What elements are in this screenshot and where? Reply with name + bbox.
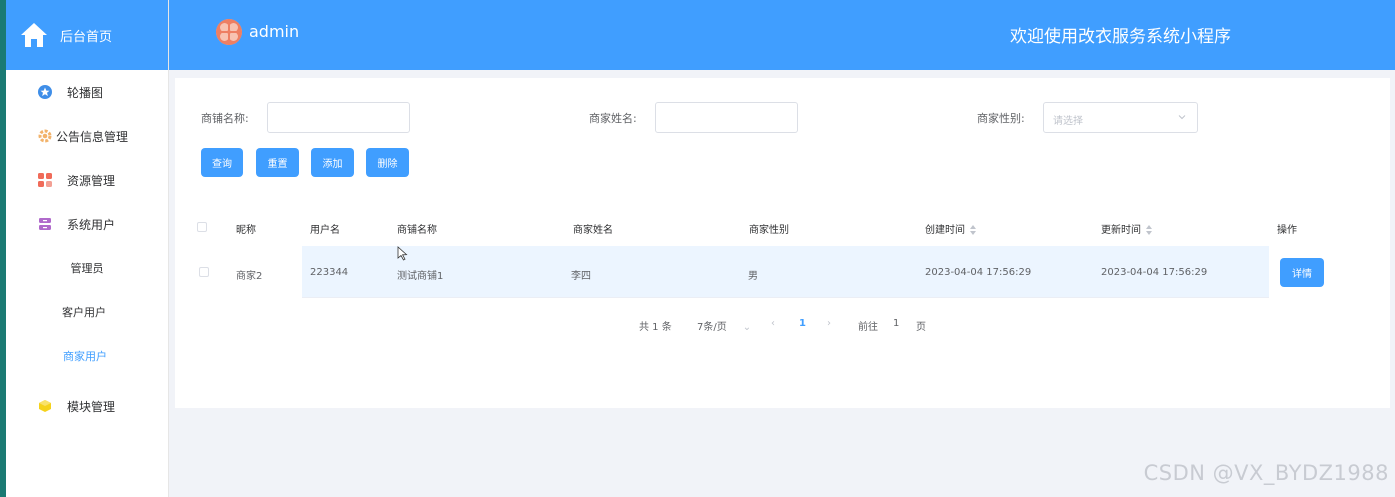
gender-select-placeholder: 请选择 (1053, 116, 1083, 127)
sidebar-item-label: 公告信息管理 (56, 129, 129, 144)
add-button[interactable]: 添加 (311, 148, 354, 177)
sidebar-item-admin[interactable]: 管理员 (6, 246, 168, 290)
sidebar: 后台首页 轮播图 公告信息管理 资源管理 系统用户 管理员 客户用户 商家用户 (6, 0, 169, 497)
shop-name-label: 商铺名称: (201, 112, 249, 125)
cell-gender: 男 (748, 271, 758, 282)
header-username: 用户名 (310, 225, 340, 236)
cell-created: 2023-04-04 17:56:29 (925, 267, 1032, 278)
sort-icon[interactable] (970, 225, 977, 235)
goto-label: 前往 (858, 322, 878, 333)
content-card: 商铺名称: 商家姓名: 商家性别: 请选择 查询 重置 添加 删除 昵称 用户名… (175, 78, 1390, 408)
mouse-cursor-icon (397, 246, 409, 262)
table-row[interactable]: 商家2 223344 测试商铺1 李四 男 2023-04-04 17:56:2… (187, 246, 1377, 298)
page-suffix: 页 (916, 322, 926, 333)
delete-button[interactable]: 删除 (366, 148, 409, 177)
goto-input[interactable]: 1 (893, 318, 899, 329)
cell-updated: 2023-04-04 17:56:29 (1101, 267, 1208, 278)
merchant-gender-label: 商家性别: (977, 112, 1025, 125)
sidebar-item-label: 资源管理 (67, 173, 116, 188)
header-nickname: 昵称 (236, 225, 256, 236)
grid-icon (38, 173, 52, 187)
detail-button[interactable]: 详情 (1280, 258, 1324, 287)
merchant-table: 昵称 用户名 商铺名称 商家姓名 商家性别 创建时间 更新时间 操作 商家2 2… (187, 208, 1377, 298)
reset-button[interactable]: 重置 (256, 148, 299, 177)
watermark: CSDN @VX_BYDZ1988 (1143, 461, 1389, 485)
sidebar-item-resources[interactable]: 资源管理 (6, 158, 168, 202)
server-icon (38, 217, 52, 231)
sidebar-item-merchant-users[interactable]: 商家用户 (6, 334, 168, 378)
shop-name-input[interactable] (267, 102, 410, 133)
header-merchant-name: 商家姓名 (573, 225, 613, 236)
top-header: admin 欢迎使用改衣服务系统小程序 (169, 0, 1395, 70)
cell-shop-name: 测试商铺1 (397, 271, 444, 282)
header-updated-label: 更新时间 (1101, 225, 1141, 236)
next-page-icon[interactable]: › (827, 318, 831, 329)
header-gender: 商家性别 (749, 225, 789, 236)
search-form: 商铺名称: 商家姓名: 商家性别: 请选择 (175, 102, 1390, 134)
username[interactable]: admin (249, 22, 299, 41)
select-all-checkbox[interactable] (197, 222, 207, 232)
brand-title: 后台首页 (60, 29, 113, 45)
merchant-name-label: 商家姓名: (589, 112, 637, 125)
page-number-current[interactable]: 1 (799, 318, 806, 329)
action-buttons: 查询 重置 添加 删除 (175, 148, 1390, 178)
prev-page-icon[interactable]: ‹ (771, 318, 775, 329)
header-shop-name: 商铺名称 (397, 225, 437, 236)
cell-username: 223344 (310, 267, 349, 278)
pagination-total: 共 1 条 (639, 322, 672, 333)
sidebar-brand[interactable]: 后台首页 (6, 0, 168, 70)
home-icon (20, 21, 48, 49)
cell-nickname: 商家2 (236, 271, 263, 282)
gear-icon (38, 129, 52, 143)
sidebar-item-label: 商家用户 (63, 350, 107, 363)
avatar[interactable] (216, 19, 242, 45)
gender-select[interactable]: 请选择 (1043, 102, 1198, 133)
query-button[interactable]: 查询 (201, 148, 243, 177)
sort-icon[interactable] (1146, 225, 1153, 235)
cell-merchant-name: 李四 (571, 271, 591, 282)
page-size-value: 7条/页 (697, 322, 727, 333)
pagination: 共 1 条 7条/页 ⌄ ‹ 1 › 前往 1 页 (175, 316, 1390, 333)
sidebar-item-label: 模块管理 (67, 399, 116, 414)
chevron-down-icon (1177, 112, 1187, 122)
header-created-label: 创建时间 (925, 225, 965, 236)
page-size-select[interactable]: 7条/页 ⌄ (697, 318, 751, 333)
sidebar-item-carousel[interactable]: 轮播图 (6, 70, 168, 114)
welcome-title: 欢迎使用改衣服务系统小程序 (1010, 27, 1231, 47)
header-updated[interactable]: 更新时间 (1101, 221, 1153, 236)
sidebar-item-label: 管理员 (70, 262, 104, 275)
cube-icon (38, 399, 52, 413)
sidebar-item-label: 客户用户 (62, 306, 106, 319)
table-header: 昵称 用户名 商铺名称 商家姓名 商家性别 创建时间 更新时间 操作 (187, 208, 1377, 246)
sidebar-item-customer-users[interactable]: 客户用户 (6, 290, 168, 334)
sidebar-item-modules[interactable]: 模块管理 (6, 384, 168, 428)
star-icon (38, 85, 52, 99)
header-created[interactable]: 创建时间 (925, 221, 977, 236)
sidebar-item-system-users[interactable]: 系统用户 (6, 202, 168, 246)
merchant-name-input[interactable] (655, 102, 798, 133)
sidebar-item-label: 系统用户 (67, 217, 116, 232)
sidebar-item-notice[interactable]: 公告信息管理 (6, 114, 168, 158)
sidebar-item-label: 轮播图 (67, 85, 104, 100)
header-actions: 操作 (1277, 225, 1297, 236)
row-checkbox[interactable] (199, 267, 209, 277)
chevron-down-icon: ⌄ (742, 322, 752, 333)
